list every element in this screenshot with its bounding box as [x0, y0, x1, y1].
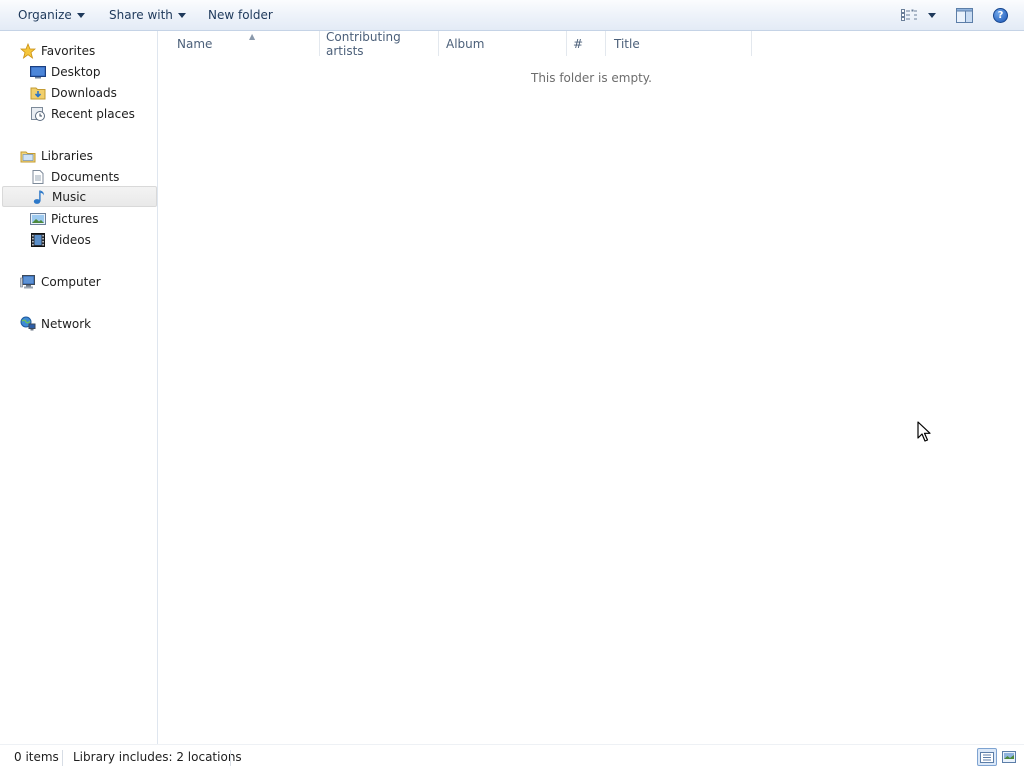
nav-libraries[interactable]: Libraries — [20, 145, 93, 166]
navigation-pane: Favorites Desktop Downloads Recent place… — [0, 31, 158, 744]
command-bar: Organize Share with New folder ? — [0, 0, 1024, 31]
nav-computer[interactable]: Computer — [20, 271, 101, 292]
nav-videos-label: Videos — [51, 232, 91, 247]
item-count: 0 items — [14, 749, 59, 764]
document-icon — [30, 169, 46, 185]
column-header-contributing-artists-label: Contributing artists — [326, 29, 401, 58]
preview-pane-icon — [956, 8, 973, 23]
status-separator — [62, 750, 63, 766]
nav-downloads[interactable]: Downloads — [30, 82, 117, 103]
share-with-label: Share with — [109, 8, 173, 22]
column-header-title[interactable]: Title — [606, 31, 752, 56]
mouse-pointer-icon — [917, 421, 931, 442]
organize-dropdown-arrow-icon — [76, 12, 85, 18]
help-icon: ? — [993, 8, 1008, 23]
nav-videos[interactable]: Videos — [30, 229, 91, 250]
large-icons-view-button[interactable] — [999, 748, 1019, 766]
nav-network-label: Network — [41, 316, 92, 331]
nav-music[interactable]: Music — [2, 186, 157, 207]
music-note-icon — [31, 189, 47, 205]
library-locations-link[interactable]: Library includes: 2 locations — [73, 750, 242, 764]
star-icon — [20, 42, 36, 59]
share-dropdown-arrow-icon — [177, 12, 186, 18]
more-views-button[interactable] — [926, 0, 938, 31]
column-header-name[interactable]: ▲ Name — [169, 31, 320, 56]
column-header-track-number[interactable]: # — [565, 31, 606, 56]
file-list-pane[interactable]: ▲ Name Contributing artists Album # Titl… — [159, 29, 1024, 744]
nav-network[interactable]: Network — [20, 313, 91, 334]
nav-pictures-label: Pictures — [51, 211, 99, 226]
network-icon — [20, 316, 36, 332]
recent-places-icon — [30, 106, 46, 122]
nav-documents[interactable]: Documents — [30, 166, 119, 187]
column-header-track-number-label: # — [573, 36, 584, 51]
nav-computer-label: Computer — [41, 274, 101, 289]
nav-documents-label: Documents — [51, 169, 120, 184]
details-view-button[interactable] — [977, 748, 997, 766]
status-bar: 0 items Library includes: 2 locations — [0, 744, 1024, 768]
organize-button[interactable]: Organize — [18, 0, 85, 31]
column-header-contributing-artists[interactable]: Contributing artists — [318, 29, 439, 58]
nav-recent-places[interactable]: Recent places — [30, 103, 135, 124]
views-dropdown-arrow-icon — [928, 13, 936, 18]
large-icons-view-icon — [1002, 751, 1016, 763]
nav-desktop-label: Desktop — [51, 64, 101, 79]
nav-downloads-label: Downloads — [51, 85, 117, 100]
libraries-icon — [20, 148, 36, 164]
details-view-icon — [901, 9, 917, 21]
nav-recent-places-label: Recent places — [51, 106, 135, 121]
downloads-folder-icon — [30, 85, 46, 101]
change-view-button[interactable] — [901, 0, 918, 31]
column-header-album[interactable]: Album — [438, 31, 567, 56]
empty-folder-message: This folder is empty. — [531, 71, 652, 85]
nav-desktop[interactable]: Desktop — [30, 61, 101, 82]
nav-pictures[interactable]: Pictures — [30, 208, 99, 229]
computer-icon — [20, 274, 36, 290]
nav-favorites[interactable]: Favorites — [20, 40, 95, 61]
desktop-icon — [30, 64, 46, 80]
column-header-name-label: Name — [177, 36, 213, 51]
nav-favorites-label: Favorites — [41, 43, 96, 58]
share-with-button[interactable]: Share with — [109, 0, 186, 31]
column-header-title-label: Title — [614, 36, 640, 51]
nav-music-label: Music — [52, 189, 87, 204]
preview-pane-button[interactable] — [956, 0, 973, 31]
film-icon — [30, 232, 46, 248]
organize-label: Organize — [18, 8, 72, 22]
new-folder-label: New folder — [208, 8, 273, 22]
help-button[interactable]: ? — [993, 0, 1008, 31]
status-separator — [230, 750, 231, 766]
details-view-icon — [980, 751, 994, 763]
nav-libraries-label: Libraries — [41, 148, 93, 163]
new-folder-button[interactable]: New folder — [208, 0, 273, 31]
sort-ascending-icon: ▲ — [249, 32, 256, 41]
column-header-album-label: Album — [446, 36, 485, 51]
picture-icon — [30, 211, 46, 227]
